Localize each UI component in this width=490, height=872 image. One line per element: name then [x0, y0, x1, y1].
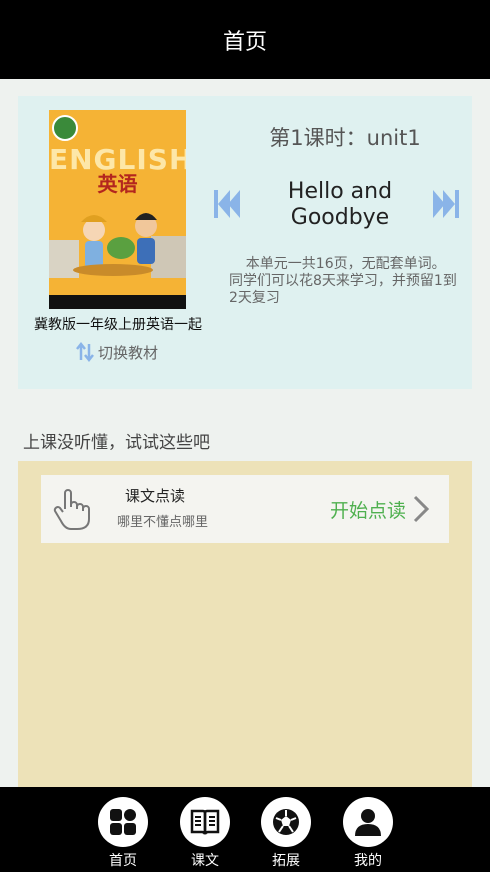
- tab-mine[interactable]: 我的: [342, 797, 394, 870]
- reading-subtitle: 哪里不懂点哪里: [117, 515, 209, 530]
- textbook-card: ENGLISH 英语 冀教版一年级上册英语一起 切换教材 第1课时：unit1: [18, 96, 472, 389]
- person-icon: [343, 797, 393, 847]
- text-reading-card[interactable]: 课文点读 哪里不懂点哪里 开始点读: [41, 475, 449, 543]
- cover-bottom-strip: [49, 295, 186, 309]
- tab-text[interactable]: 课文: [179, 797, 231, 870]
- ball-icon: [261, 797, 311, 847]
- next-lesson-button[interactable]: [433, 188, 459, 224]
- start-reading-button[interactable]: 开始点读: [330, 496, 406, 523]
- book-icon: [180, 797, 230, 847]
- skip-next-icon: [433, 190, 459, 218]
- tab-home-label: 首页: [109, 853, 137, 869]
- cover-illustration-icon: [49, 213, 186, 278]
- page-title: 首页: [222, 29, 267, 55]
- lesson-title: 第1课时：unit1: [269, 126, 421, 150]
- resources-panel: 课文点读 哪里不懂点哪里 开始点读: [18, 461, 472, 787]
- pointing-hand-icon: [53, 489, 90, 530]
- grid-icon: [98, 797, 148, 847]
- section-heading: 上课没听懂，试试这些吧: [23, 433, 210, 453]
- textbook-name: 冀教版一年级上册英语一起: [34, 317, 202, 333]
- tab-mine-label: 我的: [354, 853, 382, 869]
- lesson-description: 本单元一共16页，无配套单词。同学们可以花8天来学习，并预留1到2天复习: [229, 256, 457, 306]
- switch-textbook-label: 切换教材: [98, 343, 159, 362]
- unit-name: Hello and Goodbye: [287, 179, 393, 230]
- reading-title: 课文点读: [125, 487, 186, 505]
- tab-extension[interactable]: 拓展: [260, 797, 312, 870]
- top-bar: 首页: [0, 0, 490, 79]
- bottom-tab-bar: 首页 课文 拓展 我的: [0, 787, 490, 872]
- textbook-cover-image[interactable]: ENGLISH 英语: [49, 110, 186, 309]
- skip-previous-icon: [214, 190, 240, 218]
- previous-lesson-button[interactable]: [214, 188, 240, 224]
- tab-text-label: 课文: [191, 853, 219, 869]
- switch-textbook-button[interactable]: 切换教材: [76, 341, 158, 363]
- tab-extension-label: 拓展: [272, 853, 300, 869]
- chevron-right-icon: [413, 495, 430, 523]
- swap-arrows-icon: [76, 342, 94, 362]
- tab-home[interactable]: 首页: [97, 797, 149, 870]
